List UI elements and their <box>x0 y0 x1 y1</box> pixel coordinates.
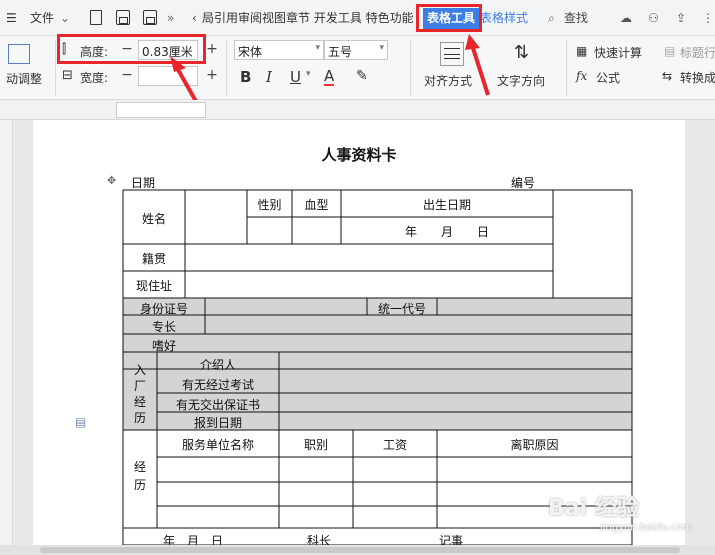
cell-exam[interactable]: 有无经过考试 <box>157 376 279 393</box>
watermark-logo: Bai 经验 <box>548 496 639 521</box>
cell-id-number[interactable]: 身份证号 <box>123 300 205 317</box>
cell-gender[interactable]: 性别 <box>247 196 292 213</box>
cell-introducer[interactable]: 介绍人 <box>157 356 279 373</box>
cell-hobby[interactable]: 嗜好 <box>123 337 205 354</box>
cell-name[interactable]: 姓名 <box>123 210 185 227</box>
scrollbar-thumb[interactable] <box>40 547 680 553</box>
cell-company[interactable]: 服务单位名称 <box>157 436 279 453</box>
cell-leave-reason[interactable]: 离职原因 <box>437 436 632 453</box>
cell-unified-code[interactable]: 统一代号 <box>367 300 437 317</box>
arrow-head-tab <box>465 34 480 50</box>
cell-native-place[interactable]: 籍贯 <box>123 250 185 267</box>
cell-address[interactable]: 现住址 <box>123 277 185 294</box>
horizontal-ruler[interactable] <box>0 100 715 120</box>
cell-experience[interactable]: 经 历 <box>123 458 157 494</box>
cell-guarantee[interactable]: 有无交出保证书 <box>157 396 279 413</box>
watermark-url: jingyan.baidu.com <box>600 522 693 533</box>
cell-ymd[interactable]: 年 月 日 <box>341 223 553 240</box>
cell-blood-type[interactable]: 血型 <box>292 196 341 213</box>
cell-report-date[interactable]: 报到日期 <box>157 414 279 431</box>
cell-salary[interactable]: 工资 <box>353 436 437 453</box>
document-page[interactable]: 人事资料卡 ✥ 日期 编号 ▤ 姓名 性别 血型 出生日期 年 月 日 籍贯 现… <box>33 120 685 548</box>
arrow-head-height <box>170 56 186 72</box>
horizontal-scrollbar[interactable] <box>0 545 715 555</box>
cell-specialty[interactable]: 专长 <box>123 318 205 335</box>
cell-position[interactable]: 职别 <box>279 436 353 453</box>
ruler-column-marker[interactable] <box>116 102 206 118</box>
cell-birth-date[interactable]: 出生日期 <box>341 196 553 213</box>
cell-entry-experience[interactable]: 入 厂 经 历 <box>123 362 157 426</box>
arrow-to-tab <box>470 44 490 96</box>
vertical-ruler[interactable] <box>0 120 13 545</box>
